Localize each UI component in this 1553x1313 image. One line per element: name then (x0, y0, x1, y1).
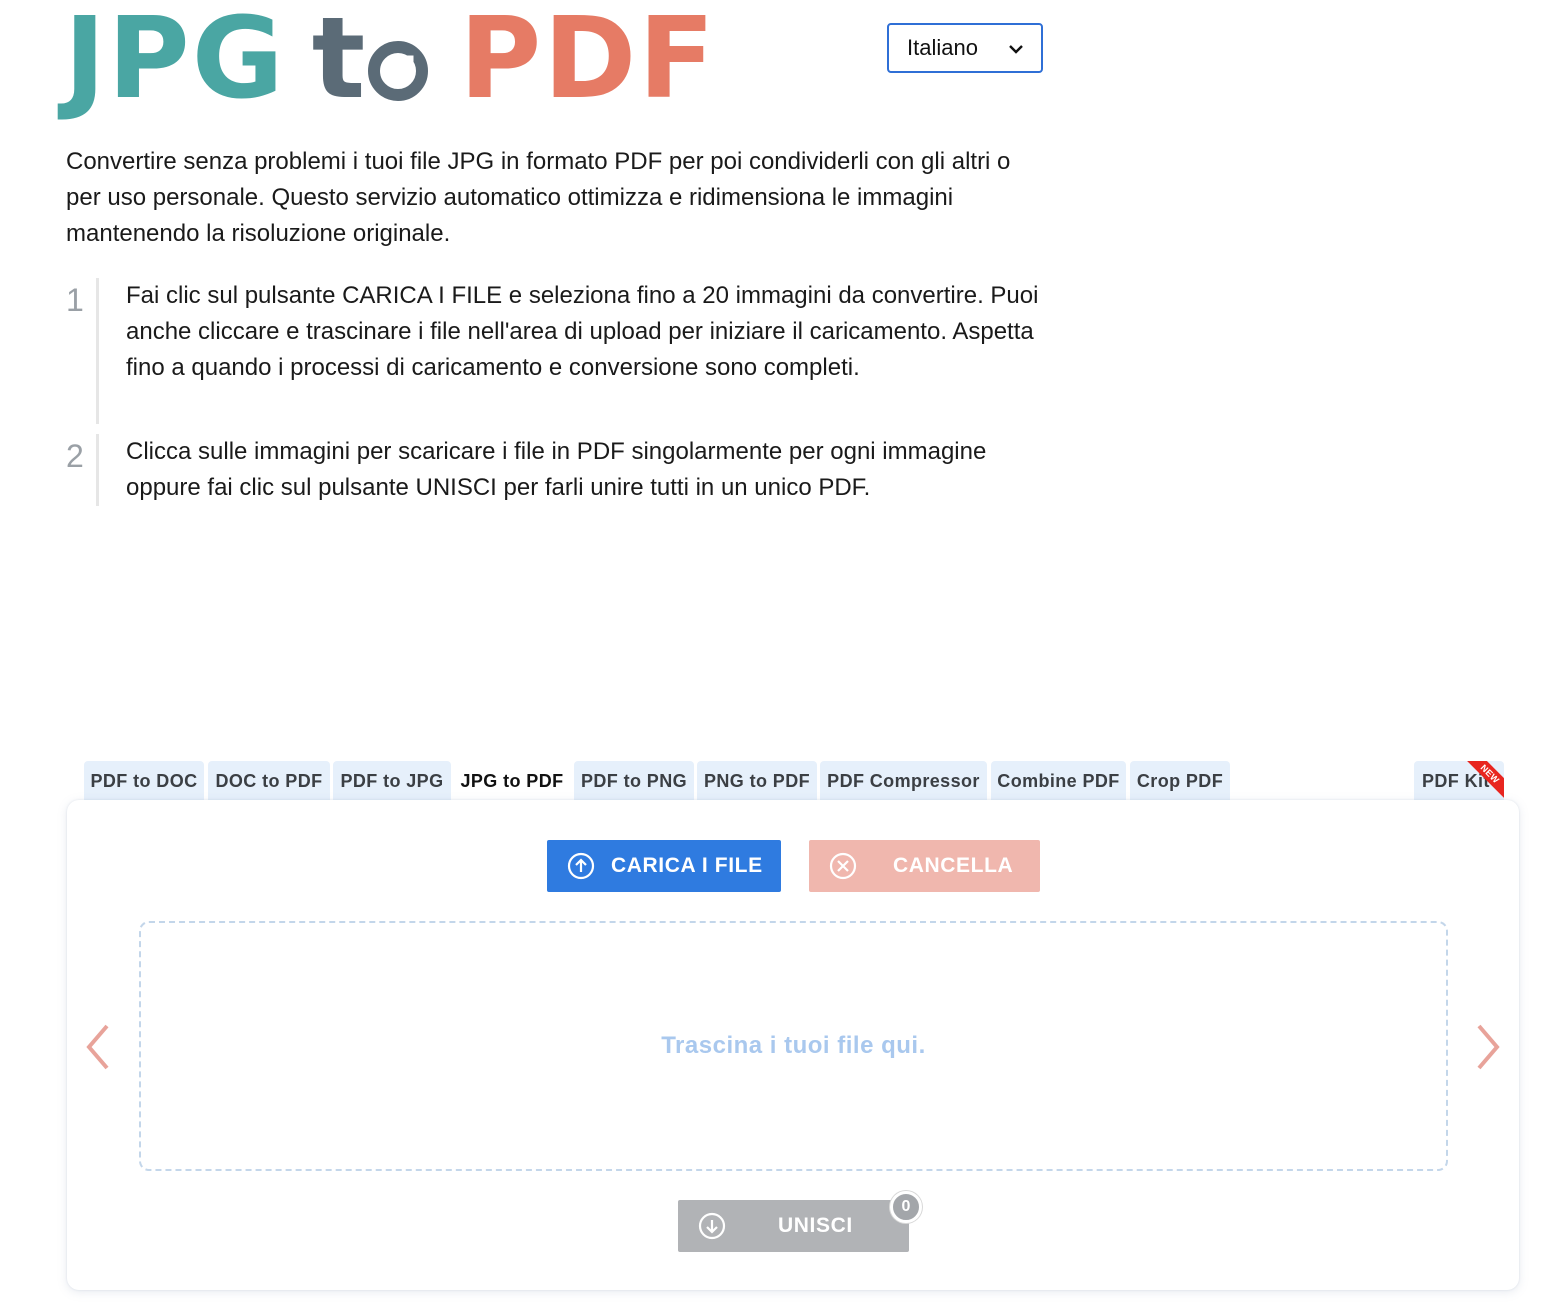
step-number: 1 (66, 282, 84, 318)
carousel-prev-arrow-icon[interactable] (83, 1022, 113, 1072)
tab-png-to-pdf[interactable]: PNG to PDF (697, 761, 817, 801)
dropzone-hint: Trascina i tuoi file qui. (661, 1032, 926, 1059)
tab-jpg-to-pdf[interactable]: JPG to PDF (454, 761, 570, 801)
carousel-next-arrow-icon[interactable] (1473, 1022, 1503, 1072)
step-divider (96, 278, 99, 424)
intro-paragraph: Convertire senza problemi i tuoi file JP… (66, 148, 1011, 247)
merge-count-badge: 0 (890, 1191, 922, 1223)
step-number: 2 (66, 438, 84, 474)
instruction-steps: 1 Fai clic sul pulsante CARICA I FILE e … (66, 278, 1066, 506)
upload-circle-icon (567, 852, 595, 880)
logo-jpg-text: JPG (64, 0, 286, 124)
logo-t-text: t (311, 0, 368, 124)
tab-crop-pdf[interactable]: Crop PDF (1130, 761, 1230, 801)
site-logo[interactable]: JPG t PDF (64, 0, 717, 124)
step-divider (96, 434, 99, 506)
converter-panel: CARICA I FILE CANCELLA Trascina i tuoi f… (67, 800, 1519, 1290)
step-text: Clicca sulle immagini per scaricare i fi… (126, 438, 987, 501)
language-select-value: Italiano (907, 35, 978, 60)
cancel-button[interactable]: CANCELLA (809, 840, 1040, 892)
close-circle-icon (829, 852, 857, 880)
tab-doc-to-pdf[interactable]: DOC to PDF (208, 761, 330, 801)
chevron-down-icon (1009, 45, 1023, 54)
step-text: Fai clic sul pulsante CARICA I FILE e se… (126, 282, 1039, 381)
tab-combine-pdf[interactable]: Combine PDF (991, 761, 1126, 801)
logo-convert-arrow-icon (368, 41, 429, 101)
upload-files-label: CARICA I FILE (611, 854, 763, 877)
step-item: 2 Clicca sulle immagini per scaricare i … (66, 434, 1066, 506)
tab-pdf-to-doc[interactable]: PDF to DOC (84, 761, 204, 801)
merge-button[interactable]: UNISCI (678, 1200, 909, 1252)
tab-pdf-to-jpg[interactable]: PDF to JPG (333, 761, 451, 801)
logo-pdf-text: PDF (459, 0, 717, 124)
tab-pdf-kit[interactable]: PDF Kit NEW (1414, 761, 1504, 801)
download-circle-icon (698, 1212, 726, 1240)
logo-to-mark: t (312, 3, 430, 115)
merge-label: UNISCI (778, 1214, 853, 1237)
page: JPG t PDF Italiano Convertire senza prob… (0, 0, 1553, 1313)
tab-pdf-to-png[interactable]: PDF to PNG (574, 761, 694, 801)
language-select[interactable]: Italiano (887, 23, 1043, 73)
file-dropzone[interactable]: Trascina i tuoi file qui. (139, 921, 1448, 1171)
cancel-label: CANCELLA (893, 854, 1014, 877)
upload-files-button[interactable]: CARICA I FILE (547, 840, 781, 892)
step-item: 1 Fai clic sul pulsante CARICA I FILE e … (66, 278, 1066, 424)
tab-pdf-compressor[interactable]: PDF Compressor (820, 761, 987, 801)
